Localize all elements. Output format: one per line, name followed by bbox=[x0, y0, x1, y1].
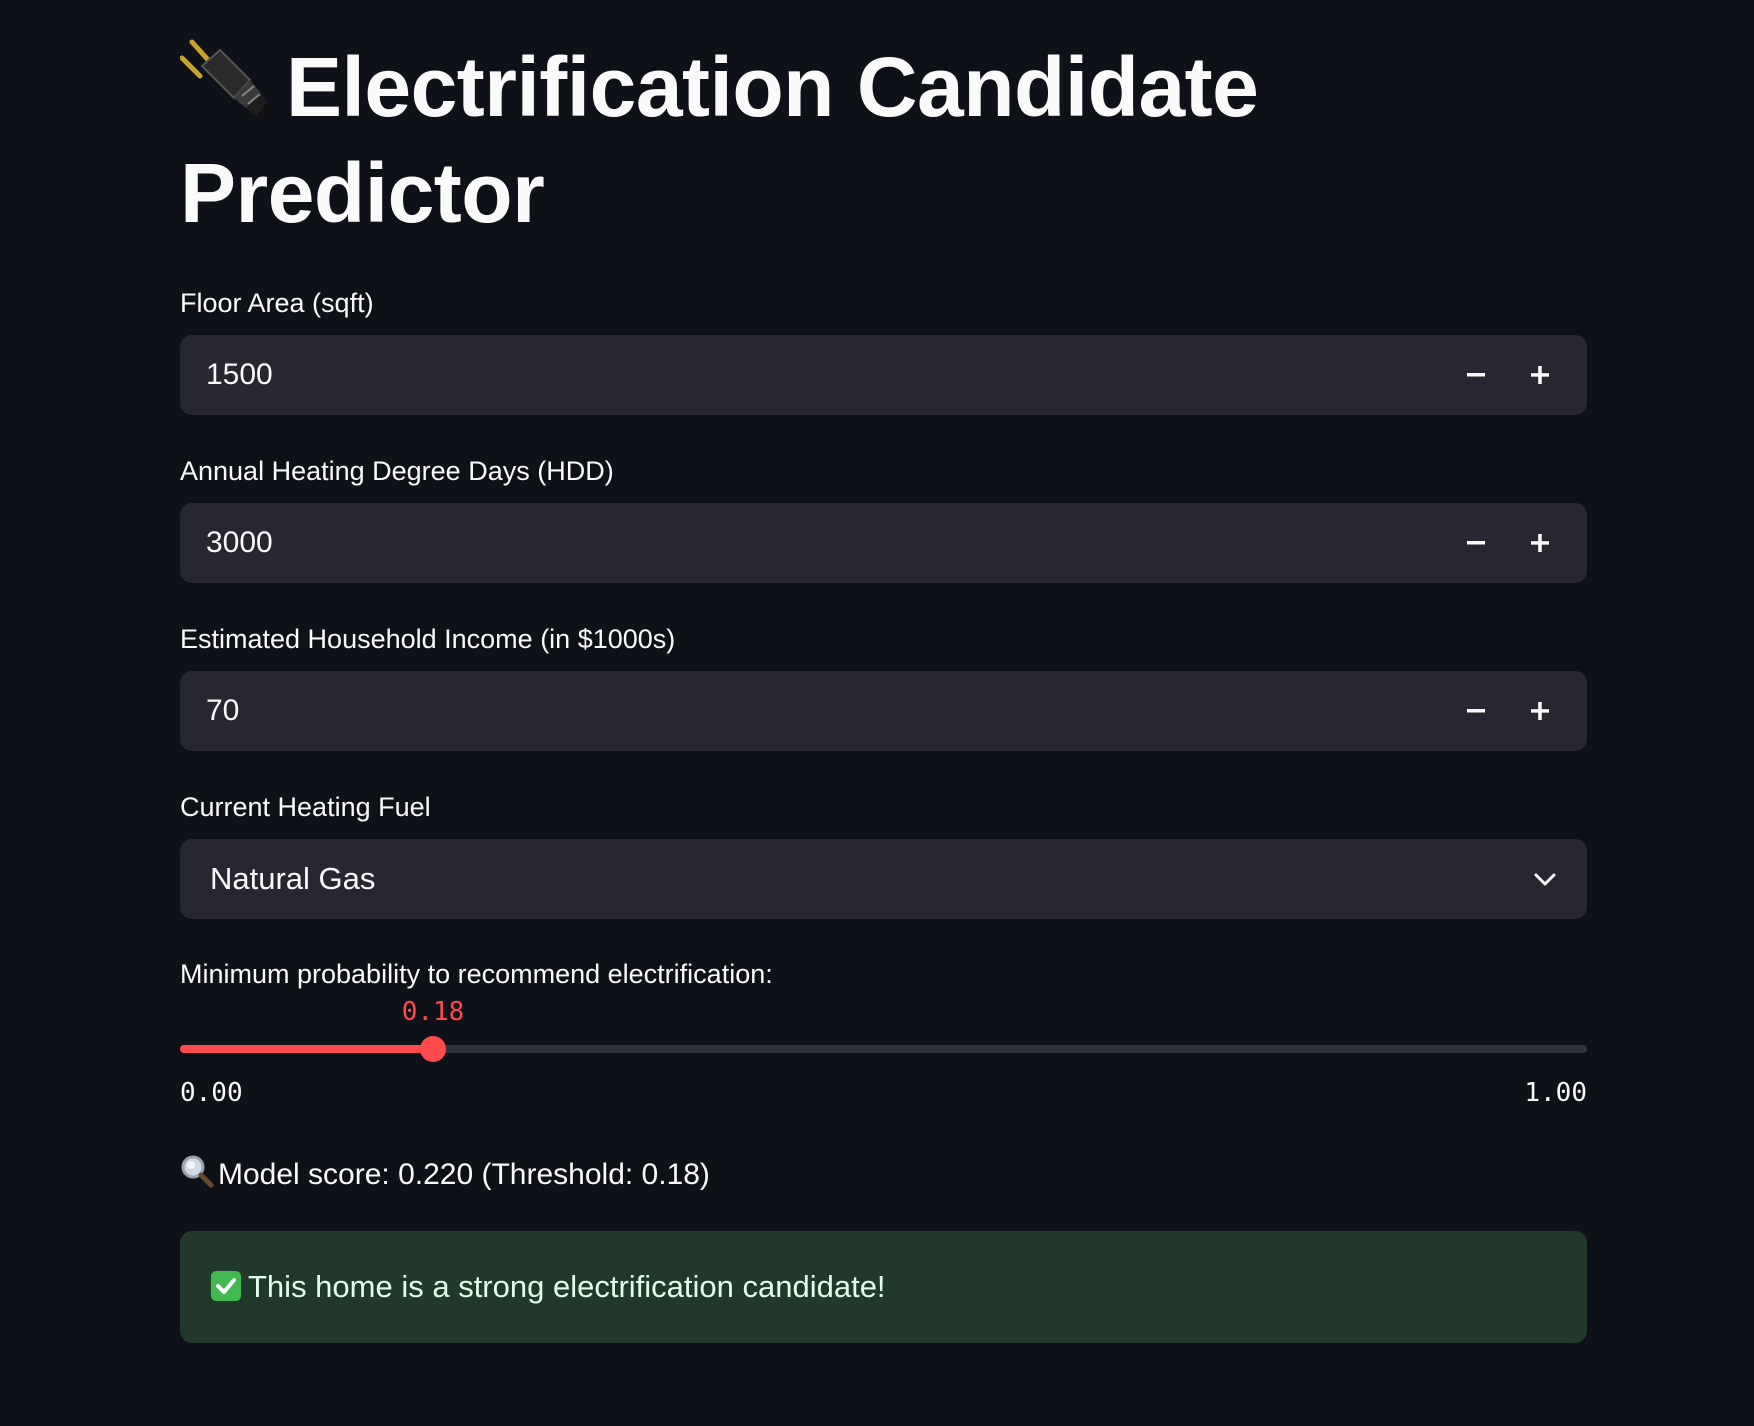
minus-icon bbox=[1467, 373, 1485, 377]
hdd-label: Annual Heating Degree Days (HDD) bbox=[180, 456, 614, 486]
check-mark-icon bbox=[210, 1236, 242, 1301]
hdd-input[interactable]: 3000 bbox=[180, 503, 1587, 583]
plus-icon bbox=[1531, 534, 1549, 552]
income-value[interactable]: 70 bbox=[206, 671, 239, 751]
page-title-text: Electrification Candidate Predictor bbox=[180, 40, 1259, 240]
model-score-text: Model score: 0.220 (Threshold: 0.18) bbox=[218, 1158, 710, 1191]
plus-icon bbox=[1531, 366, 1549, 384]
success-alert: This home is a strong electrification ca… bbox=[180, 1231, 1587, 1343]
threshold-slider-max-label: 1.00 bbox=[1524, 1078, 1587, 1108]
floor-area-label: Floor Area (sqft) bbox=[180, 288, 374, 318]
plus-icon bbox=[1531, 702, 1549, 720]
hdd-value[interactable]: 3000 bbox=[206, 503, 273, 583]
threshold-slider-handle[interactable] bbox=[420, 1036, 446, 1062]
heating-fuel-select[interactable]: Natural Gas bbox=[180, 839, 1587, 919]
success-alert-content: This home is a strong electrification ca… bbox=[210, 1231, 886, 1343]
hdd-increment-button[interactable] bbox=[1512, 517, 1568, 569]
threshold-slider-min-label: 0.00 bbox=[180, 1078, 243, 1108]
floor-area-increment-button[interactable] bbox=[1512, 349, 1568, 401]
chevron-down-icon[interactable] bbox=[1531, 865, 1559, 893]
threshold-slider-fill bbox=[180, 1045, 433, 1053]
income-decrement-button[interactable] bbox=[1448, 685, 1504, 737]
minus-icon bbox=[1467, 709, 1485, 713]
page-title: Electrification Candidate Predictor bbox=[179, 34, 1587, 246]
income-increment-button[interactable] bbox=[1512, 685, 1568, 737]
success-alert-text: This home is a strong electrification ca… bbox=[248, 1269, 886, 1304]
heating-fuel-label: Current Heating Fuel bbox=[180, 792, 431, 822]
income-input[interactable]: 70 bbox=[180, 671, 1587, 751]
income-label: Estimated Household Income (in $1000s) bbox=[180, 624, 676, 654]
electric-plug-icon bbox=[179, 36, 272, 128]
hdd-decrement-button[interactable] bbox=[1448, 517, 1504, 569]
heating-fuel-selected-value[interactable]: Natural Gas bbox=[210, 839, 375, 919]
threshold-slider-track[interactable] bbox=[180, 1036, 1587, 1062]
magnifying-glass-icon bbox=[180, 1154, 214, 1188]
floor-area-value[interactable]: 1500 bbox=[206, 335, 273, 415]
floor-area-input[interactable]: 1500 bbox=[180, 335, 1587, 415]
threshold-slider-value: 0.18 bbox=[401, 997, 465, 1027]
minus-icon bbox=[1467, 541, 1485, 545]
threshold-slider-label: Minimum probability to recommend electri… bbox=[180, 959, 773, 989]
model-score-line: Model score: 0.220 (Threshold: 0.18) bbox=[180, 1154, 710, 1195]
floor-area-decrement-button[interactable] bbox=[1448, 349, 1504, 401]
